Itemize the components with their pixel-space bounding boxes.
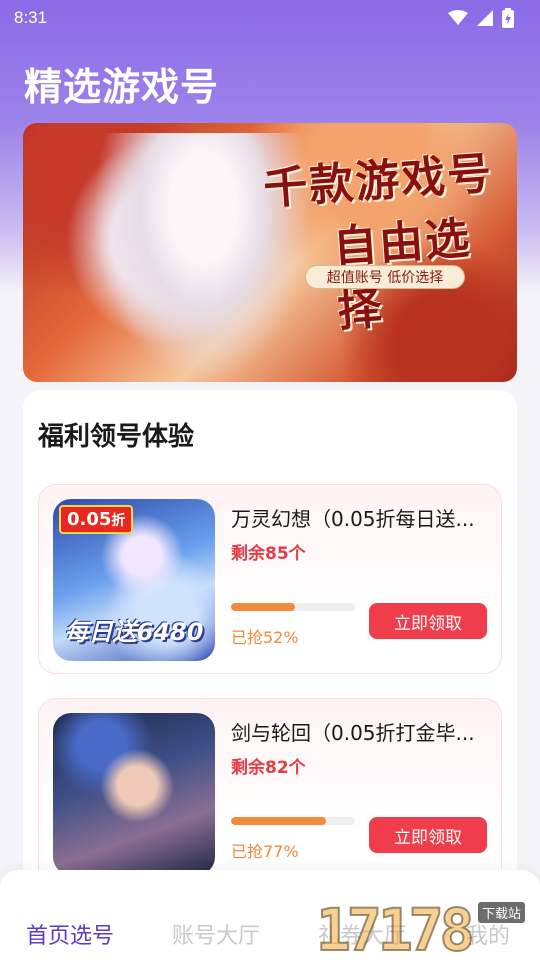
claim-progress-bar xyxy=(231,603,355,611)
claim-progress-label: 已抢77% xyxy=(231,842,299,861)
battery-icon xyxy=(502,8,514,28)
status-time: 8:31 xyxy=(14,8,48,27)
watermark-label: 下载站 xyxy=(478,902,526,923)
remaining-count: 剩余82个 xyxy=(231,758,306,778)
status-icons xyxy=(448,8,514,28)
game-name[interactable]: 万灵幻想（0.05折每日送... xyxy=(231,503,489,532)
discount-badge-value: 0.05 xyxy=(67,509,112,530)
watermark-logo: 17178 xyxy=(315,895,476,960)
game-thumbnail[interactable]: 0.05折 每日送6480 xyxy=(53,499,215,661)
claim-button[interactable]: 立即领取 xyxy=(369,817,487,853)
game-thumbnail[interactable] xyxy=(53,713,215,875)
list-item[interactable]: 0.05折 每日送6480 万灵幻想（0.05折每日送... 剩余85个 已抢5… xyxy=(38,484,502,674)
claim-progress-bar xyxy=(231,817,355,825)
wifi-icon xyxy=(448,10,468,25)
discount-badge: 0.05折 xyxy=(59,505,134,534)
claim-button[interactable]: 立即领取 xyxy=(369,603,487,639)
claim-progress-fill xyxy=(231,603,296,611)
section-title: 福利领号体验 xyxy=(38,422,195,452)
page-title: 精选游戏号 xyxy=(24,65,220,109)
promo-banner[interactable]: 千款游戏号 自由选择 超值账号 低价选择 xyxy=(23,123,517,382)
game-name[interactable]: 剑与轮回（0.05折打金毕... xyxy=(231,717,489,746)
list-item[interactable]: 剑与轮回（0.05折打金毕... 剩余82个 已抢77% 立即领取 xyxy=(38,698,502,888)
tab-account-hall[interactable]: 账号大厅 xyxy=(172,918,260,950)
discount-badge-suffix: 折 xyxy=(111,513,126,529)
status-bar: 8:31 xyxy=(0,0,540,36)
thumbnail-caption: 每日送6480 xyxy=(64,618,204,646)
banner-tagline: 超值账号 低价选择 xyxy=(305,265,465,289)
signal-icon xyxy=(477,10,493,26)
remaining-count: 剩余85个 xyxy=(231,544,306,564)
tab-home[interactable]: 首页选号 xyxy=(26,918,114,950)
claim-progress-fill xyxy=(231,817,327,825)
claim-progress-label: 已抢52% xyxy=(231,628,299,647)
